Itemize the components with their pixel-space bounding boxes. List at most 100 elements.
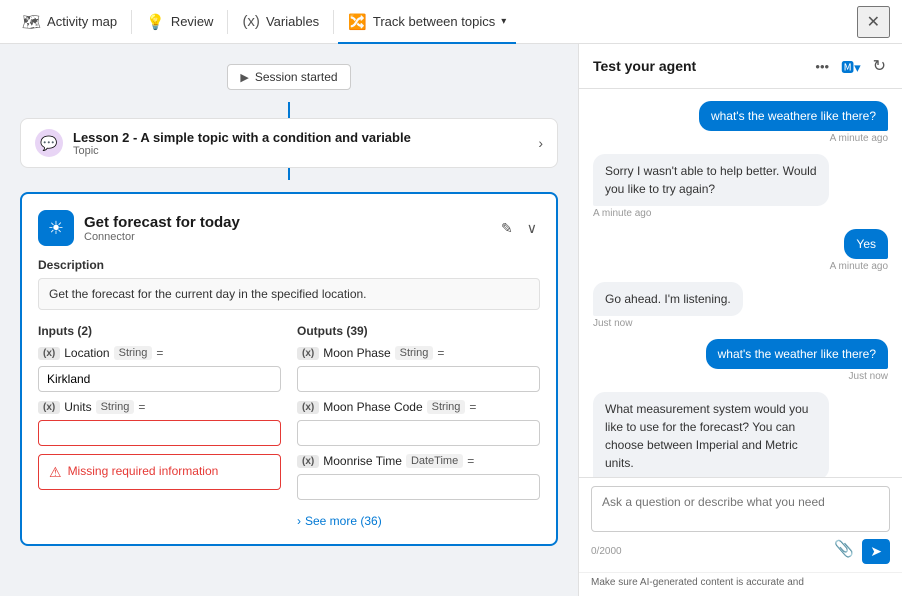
chat-buttons: 📎 ➤	[834, 539, 890, 564]
nav-track-between-topics[interactable]: 🔀 Track between topics ▾	[338, 0, 516, 44]
map-icon: 🗺	[22, 13, 41, 31]
nav-track-label: Track between topics	[373, 14, 495, 29]
message-wrapper-2: Sorry I wasn't able to help better. Woul…	[593, 154, 888, 219]
moonrise-time-badge: (x)	[297, 455, 319, 468]
track-icon: 🔀	[348, 13, 367, 31]
topic-type: Topic	[73, 145, 528, 157]
connector-subtitle: Connector	[84, 231, 240, 243]
location-input[interactable]	[38, 366, 281, 392]
nav-activity-map-label: Activity map	[47, 14, 117, 29]
outputs-title: Outputs (39)	[297, 324, 540, 338]
user-message-1: what's the weathere like there?	[699, 101, 888, 131]
location-type: String	[114, 346, 153, 360]
message-time-2: A minute ago	[593, 208, 651, 219]
units-name: Units	[64, 400, 91, 414]
field-row-moonrise-time: (x) Moonrise Time DateTime =	[297, 454, 540, 468]
message-time-1: A minute ago	[830, 133, 888, 144]
error-box: ⚠ Missing required information	[38, 454, 281, 490]
message-time-4: Just now	[593, 318, 632, 329]
units-badge: (x)	[38, 401, 60, 414]
chat-input[interactable]	[591, 486, 890, 532]
moon-phase-input[interactable]	[297, 366, 540, 392]
chevron-down-icon[interactable]: ∨	[524, 217, 540, 240]
user-message-2: Yes	[844, 229, 888, 259]
bot-message-1: Sorry I wasn't able to help better. Woul…	[593, 154, 829, 206]
session-started-label: Session started	[255, 70, 338, 84]
test-panel-title: Test your agent	[593, 58, 813, 74]
close-button[interactable]: ✕	[857, 6, 890, 38]
connector-title: Get forecast for today	[84, 214, 240, 231]
warning-icon: ⚠	[49, 464, 62, 481]
send-button[interactable]: ➤	[862, 539, 890, 564]
chat-area: what's the weathere like there? A minute…	[579, 89, 902, 477]
connector-actions: ✎ ∨	[498, 217, 540, 240]
see-more-button[interactable]: › See more (36)	[297, 514, 540, 528]
session-started-button[interactable]: ▶ Session started	[227, 64, 350, 90]
review-icon: 💡	[146, 13, 165, 31]
topic-name: Lesson 2 - A simple topic with a conditi…	[73, 130, 528, 145]
attach-icon[interactable]: 📎	[834, 539, 854, 564]
location-name: Location	[64, 346, 109, 360]
units-eq: =	[138, 400, 145, 414]
variables-icon: (x)	[242, 13, 260, 30]
topic-info: Lesson 2 - A simple topic with a conditi…	[73, 130, 528, 157]
units-input[interactable]	[38, 420, 281, 446]
message-wrapper-1: what's the weathere like there? A minute…	[593, 101, 888, 144]
connector-title-group: Get forecast for today Connector	[84, 214, 240, 243]
user-message-3: what's the weather like there?	[706, 339, 888, 369]
track-chevron-icon: ▾	[501, 16, 506, 27]
field-row-units: (x) Units String =	[38, 400, 281, 414]
moon-phase-code-eq: =	[469, 400, 476, 414]
nav-activity-map[interactable]: 🗺 Activity map	[12, 0, 127, 44]
moonrise-time-name: Moonrise Time	[323, 454, 402, 468]
units-type: String	[96, 400, 135, 414]
field-row-moon-phase: (x) Moon Phase String =	[297, 346, 540, 360]
chat-input-footer: 0/2000 📎 ➤	[591, 539, 890, 564]
nav-divider-1	[131, 10, 132, 34]
message-time-3: A minute ago	[830, 261, 888, 272]
moonrise-time-type: DateTime	[406, 454, 463, 468]
field-row-moon-phase-code: (x) Moon Phase Code String =	[297, 400, 540, 414]
message-wrapper-4: Go ahead. I'm listening. Just now	[593, 282, 888, 329]
nav-variables-label: Variables	[266, 14, 319, 29]
bot-message-3: What measurement system would you like t…	[593, 392, 829, 477]
location-eq: =	[156, 346, 163, 360]
moonrise-time-input[interactable]	[297, 474, 540, 500]
test-header: Test your agent ••• 🅼▾ ↻	[579, 44, 902, 89]
nav-divider-2	[227, 10, 228, 34]
moon-phase-eq: =	[437, 346, 444, 360]
description-text: Get the forecast for the current day in …	[38, 278, 540, 310]
location-badge: (x)	[38, 347, 60, 360]
refresh-icon[interactable]: ↻	[871, 54, 888, 78]
test-panel: Test your agent ••• 🅼▾ ↻ what's the weat…	[578, 44, 902, 596]
activity-panel: ▶ Session started 💬 Lesson 2 - A simple …	[0, 44, 578, 596]
see-more-label: See more (36)	[305, 514, 382, 528]
io-row: Inputs (2) (x) Location String = (x) Uni…	[38, 324, 540, 528]
brand-logo-icon: 🅼▾	[839, 55, 863, 78]
connector-line-1	[288, 102, 290, 118]
connector-box: ☀ Get forecast for today Connector ✎ ∨ D…	[20, 192, 558, 546]
main-content: ▶ Session started 💬 Lesson 2 - A simple …	[0, 44, 902, 596]
edit-icon[interactable]: ✎	[498, 217, 516, 240]
more-options-icon[interactable]: •••	[813, 57, 831, 76]
moon-phase-code-input[interactable]	[297, 420, 540, 446]
moon-phase-code-badge: (x)	[297, 401, 319, 414]
message-wrapper-3: Yes A minute ago	[593, 229, 888, 272]
moon-phase-name: Moon Phase	[323, 346, 390, 360]
moon-phase-code-name: Moon Phase Code	[323, 400, 422, 414]
moon-phase-badge: (x)	[297, 347, 319, 360]
nav-review-label: Review	[171, 14, 214, 29]
play-icon: ▶	[240, 71, 248, 84]
nav-review[interactable]: 💡 Review	[136, 0, 223, 44]
message-wrapper-6: What measurement system would you like t…	[593, 392, 888, 477]
moon-phase-type: String	[395, 346, 434, 360]
char-count: 0/2000	[591, 546, 622, 557]
nav-variables[interactable]: (x) Variables	[232, 0, 329, 44]
topic-expand-icon: ›	[538, 135, 543, 151]
topic-card[interactable]: 💬 Lesson 2 - A simple topic with a condi…	[20, 118, 558, 168]
inputs-col: Inputs (2) (x) Location String = (x) Uni…	[38, 324, 281, 528]
error-text: Missing required information	[68, 463, 219, 480]
inputs-title: Inputs (2)	[38, 324, 281, 338]
nav-divider-3	[333, 10, 334, 34]
outputs-col: Outputs (39) (x) Moon Phase String = (x)…	[297, 324, 540, 528]
